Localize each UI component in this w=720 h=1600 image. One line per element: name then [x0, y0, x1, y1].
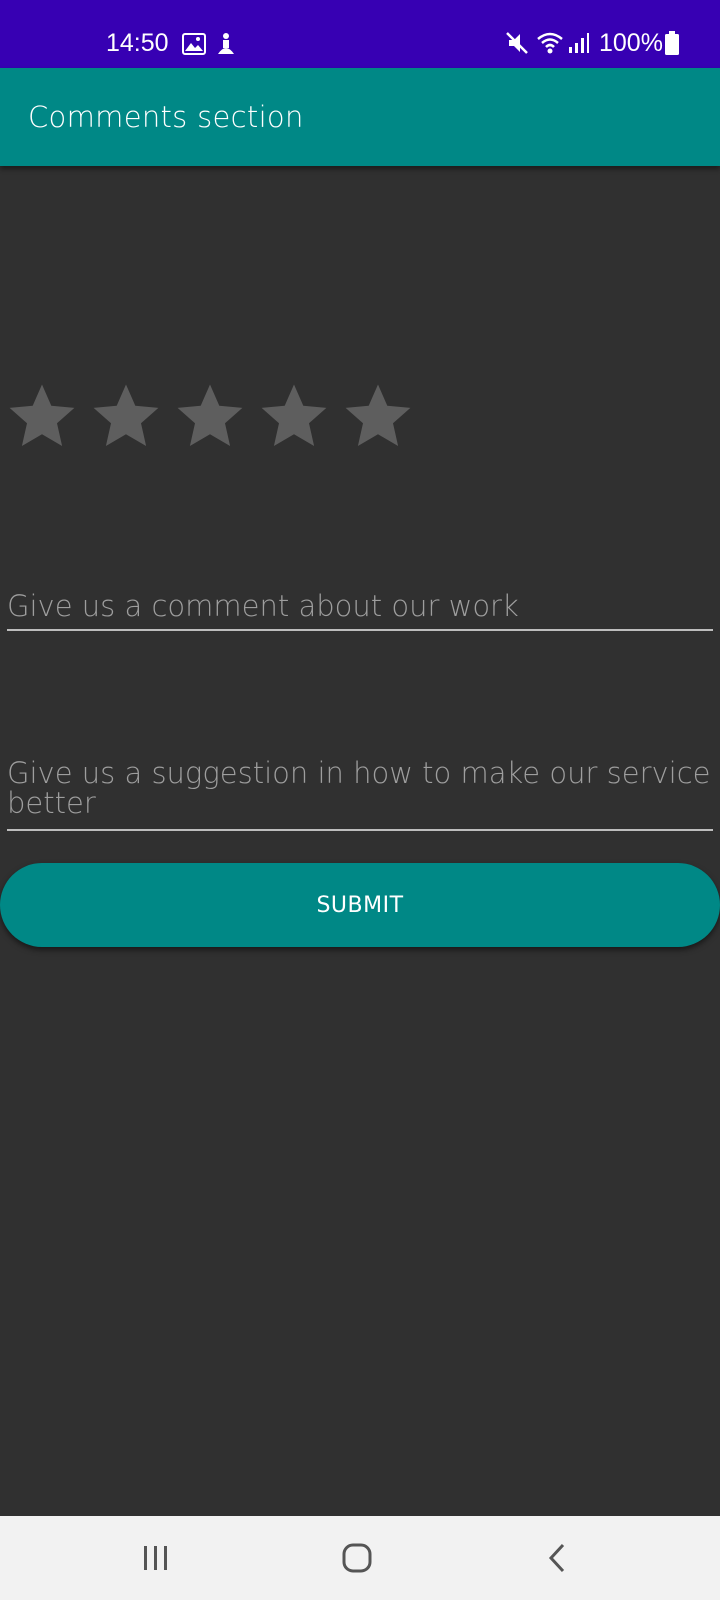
- star-icon[interactable]: [258, 380, 330, 452]
- recents-button[interactable]: [126, 1536, 186, 1580]
- mute-icon: [505, 31, 529, 60]
- suggestion-field-container: [7, 758, 713, 831]
- comment-field-container: [7, 586, 713, 631]
- star-icon[interactable]: [174, 380, 246, 452]
- suggestion-input[interactable]: [7, 758, 713, 826]
- battery-icon: [665, 31, 679, 60]
- comment-input[interactable]: [7, 586, 713, 626]
- star-icon[interactable]: [90, 380, 162, 452]
- submit-button[interactable]: SUBMIT: [0, 863, 720, 947]
- gallery-icon: [182, 33, 206, 60]
- status-time: 14:50: [106, 29, 169, 57]
- battery-level: 100%: [599, 29, 663, 57]
- status-bar: 14:50 100%: [0, 0, 720, 68]
- back-button[interactable]: [528, 1536, 588, 1580]
- recents-icon: [144, 1546, 167, 1570]
- star-icon[interactable]: [6, 380, 78, 452]
- navigation-bar: [0, 1516, 720, 1600]
- home-icon: [342, 1543, 372, 1573]
- star-icon[interactable]: [342, 380, 414, 452]
- home-button[interactable]: [327, 1536, 387, 1580]
- app-bar: Comments section: [0, 68, 720, 166]
- wifi-icon: [536, 31, 564, 60]
- back-icon: [548, 1543, 565, 1573]
- signal-icon: [568, 32, 590, 59]
- accessibility-icon: [215, 32, 237, 61]
- page-title: Comments section: [28, 100, 304, 134]
- star-rating[interactable]: [6, 380, 426, 452]
